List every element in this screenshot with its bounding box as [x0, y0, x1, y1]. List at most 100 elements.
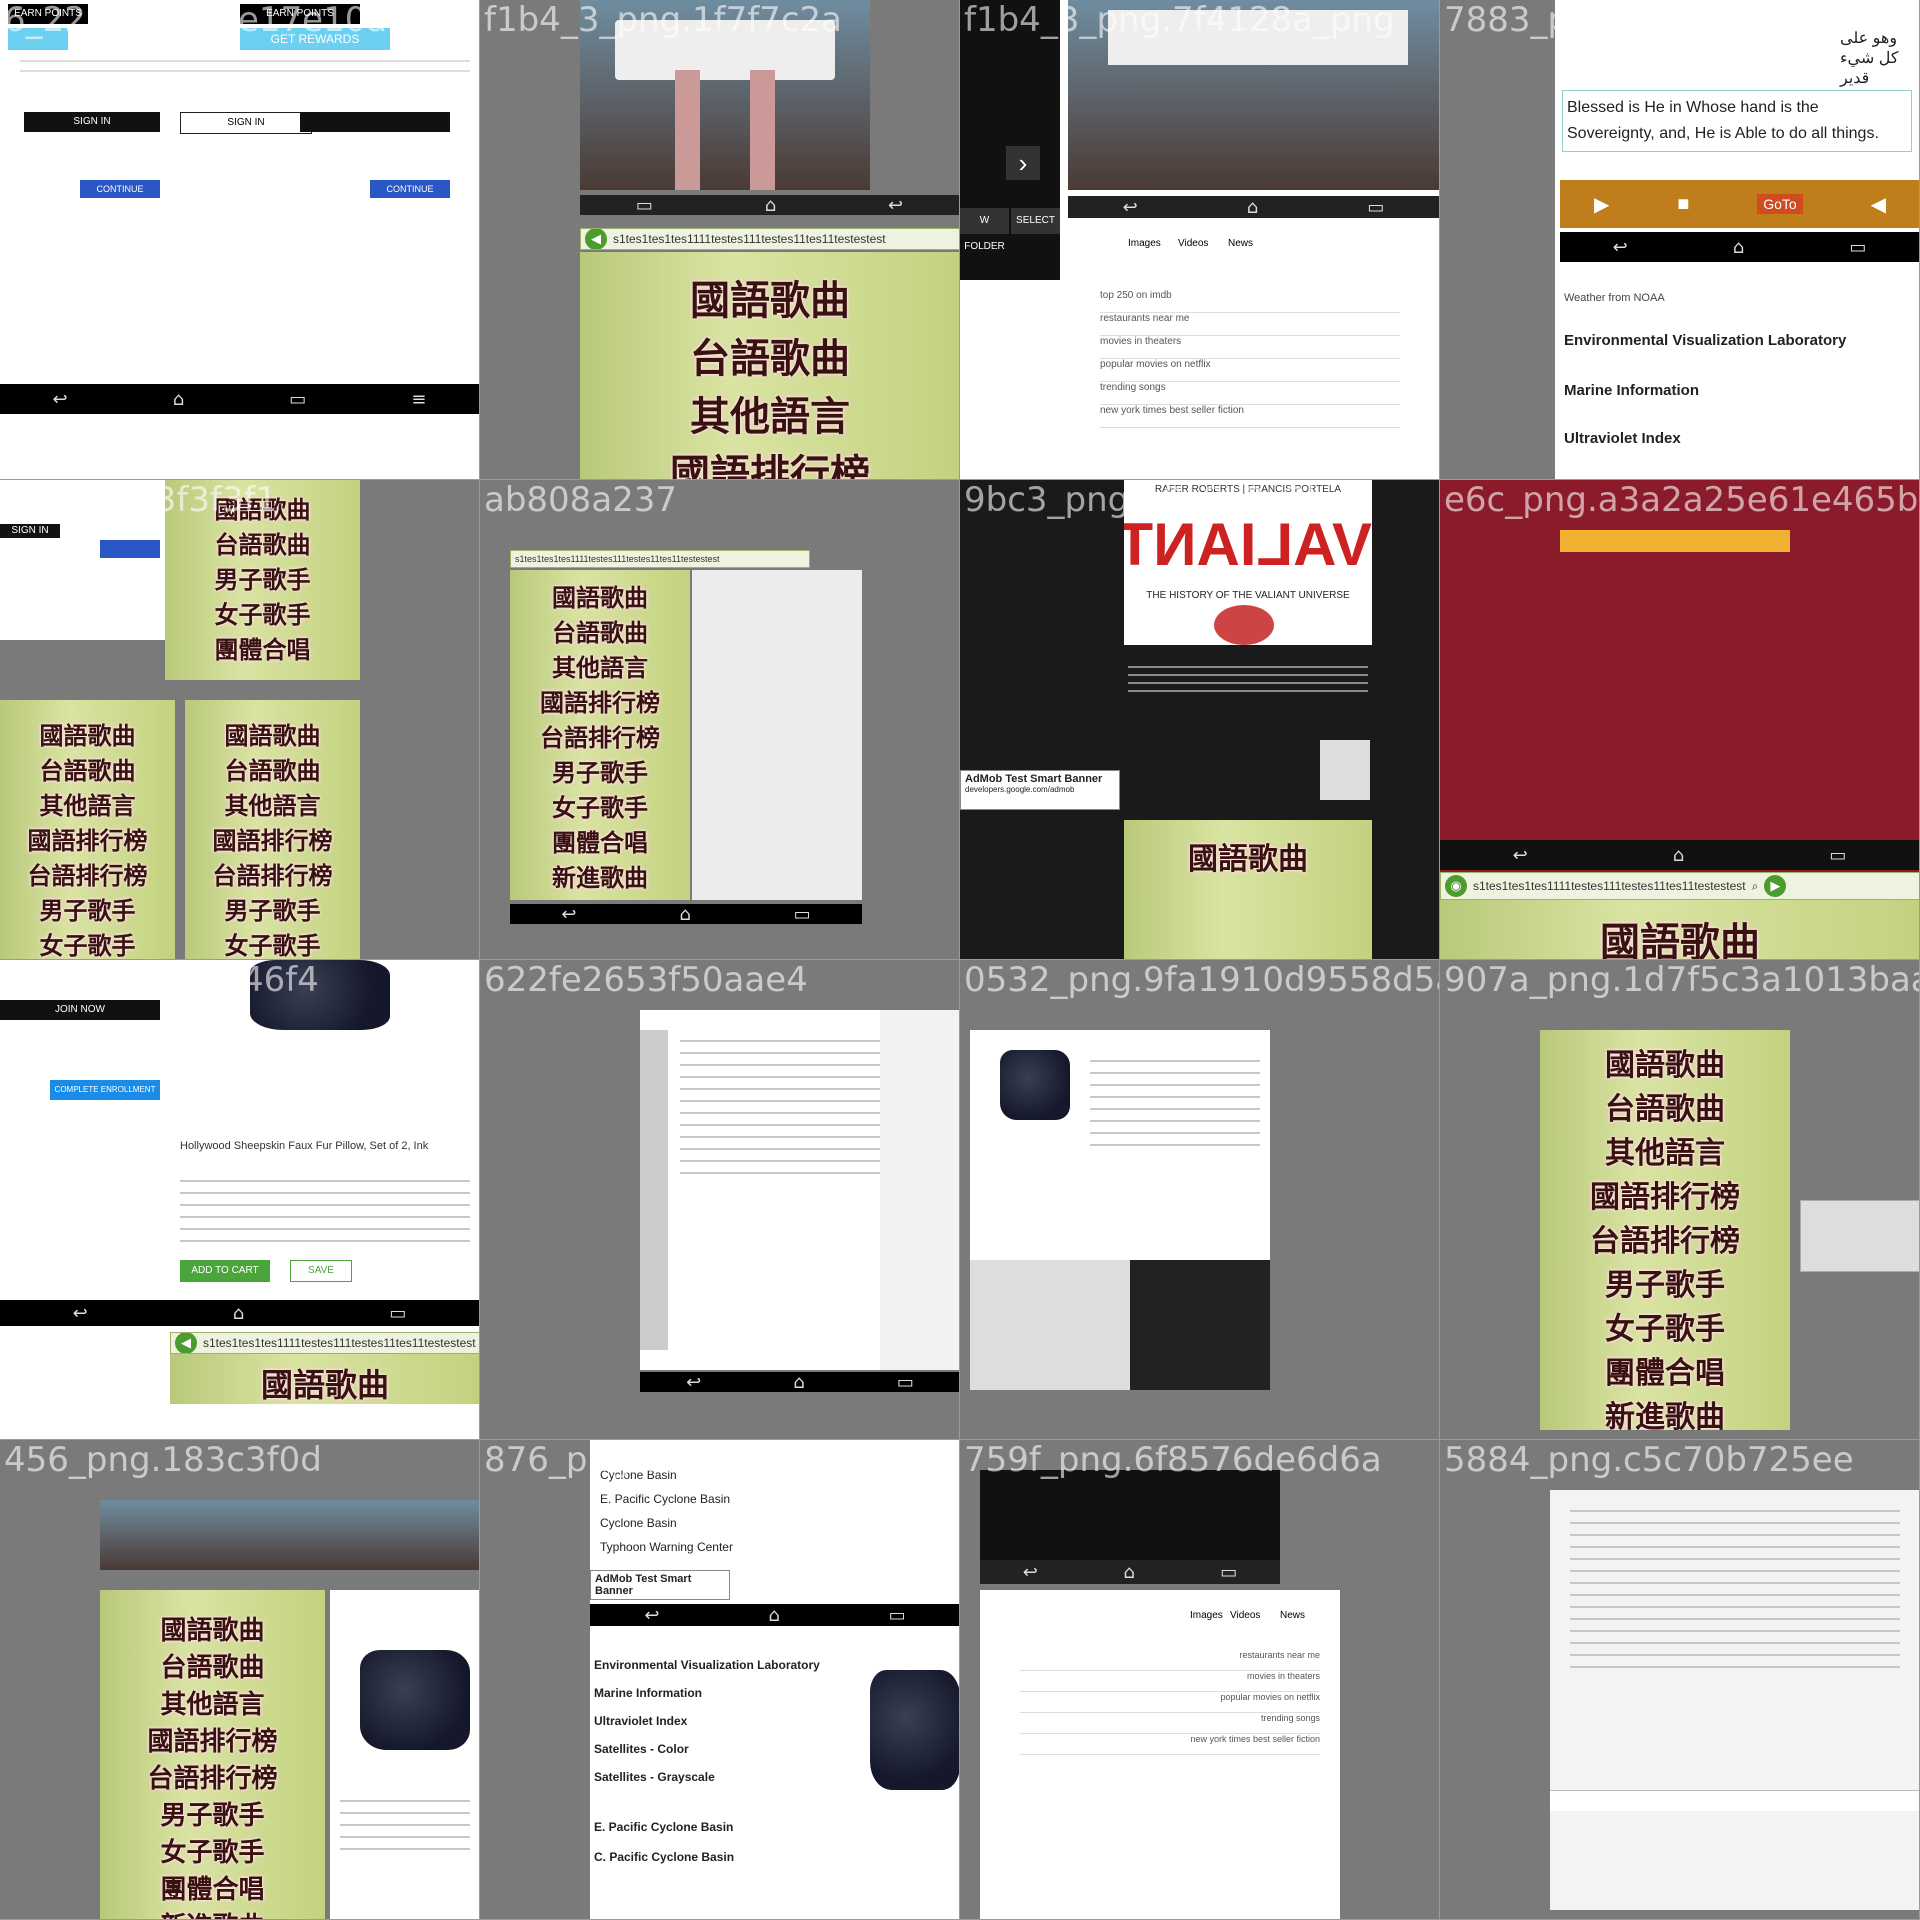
- weather-link[interactable]: Typhoon Warning Center: [600, 1540, 733, 1554]
- suggestion-item[interactable]: movies in theaters: [1020, 1671, 1320, 1692]
- menu-item-female[interactable]: 女子歌手: [100, 1832, 325, 1869]
- suggestion-item[interactable]: new york times best seller fiction: [1100, 405, 1400, 428]
- chevron-right-icon[interactable]: ›: [1006, 146, 1040, 180]
- new-folder-button[interactable]: W FOLDER: [960, 208, 1009, 252]
- weather-link[interactable]: E. Pacific Cyclone Basin: [600, 1492, 730, 1506]
- home-icon[interactable]: ⌂: [768, 1605, 779, 1626]
- menu-item-other[interactable]: 其他語言: [100, 1684, 325, 1721]
- menu-item-taiwanese-chart[interactable]: 台語排行榜: [1540, 1216, 1790, 1260]
- menu-item-mandarin-chart[interactable]: 國語排行榜: [185, 821, 360, 856]
- url-bar[interactable]: ◀ s1tes1tes1tes1111testes111testes11tes1…: [170, 1332, 479, 1354]
- suggestion-item[interactable]: top 250 on imdb: [1100, 290, 1400, 313]
- back-icon[interactable]: ↩: [1513, 845, 1528, 866]
- home-icon[interactable]: ⌂: [1247, 197, 1258, 218]
- menu-item-other[interactable]: 其他語言: [580, 384, 959, 442]
- menu-item-male[interactable]: 男子歌手: [100, 1795, 325, 1832]
- recents-icon[interactable]: ▭: [636, 195, 653, 216]
- menu-item-new[interactable]: 新進歌曲: [510, 858, 690, 893]
- home-icon[interactable]: ⌂: [173, 389, 184, 410]
- weather-link-evl[interactable]: Environmental Visualization Laboratory: [594, 1658, 820, 1672]
- recents-icon[interactable]: ▭: [1849, 237, 1866, 258]
- weather-link-uv[interactable]: Ultraviolet Index: [1564, 430, 1681, 447]
- back-icon[interactable]: ↩: [888, 195, 903, 216]
- join-now-button[interactable]: JOIN NOW: [0, 1000, 160, 1020]
- home-icon[interactable]: ⌂: [793, 1372, 804, 1393]
- suggestion-item[interactable]: popular movies on netflix: [1020, 1692, 1320, 1713]
- book-cover[interactable]: RAFER ROBERTS | FRANCIS PORTELA VALIANT …: [1124, 480, 1372, 645]
- get-rewards-button-small[interactable]: [8, 28, 68, 50]
- suggestion-item[interactable]: restaurants near me: [1020, 1650, 1320, 1671]
- weather-link-evl[interactable]: Environmental Visualization Laboratory: [1564, 332, 1846, 349]
- menu-item-mandarin-chart[interactable]: 國語排行榜: [0, 821, 175, 856]
- add-to-cart-button[interactable]: ADD TO CART: [180, 1260, 270, 1282]
- back-icon[interactable]: ↩: [1123, 197, 1138, 218]
- weather-link-sat-color[interactable]: Satellites - Color: [594, 1742, 689, 1756]
- menu-item-female[interactable]: 女子歌手: [0, 926, 175, 959]
- url-bar[interactable]: ◀ s1tes1tes1tes1111testes111testes11tes1…: [580, 228, 959, 250]
- menu-item-mandarin[interactable]: 國語歌曲: [165, 490, 360, 525]
- recents-icon[interactable]: ▭: [889, 1605, 906, 1626]
- sign-in-button[interactable]: SIGN IN: [24, 112, 160, 132]
- suggestion-item[interactable]: trending songs: [1020, 1713, 1320, 1734]
- recents-icon[interactable]: ▭: [1220, 1562, 1237, 1583]
- continue-button-2[interactable]: CONTINUE: [370, 180, 450, 198]
- back-icon[interactable]: ↩: [1023, 1562, 1038, 1583]
- menu-item-male[interactable]: 男子歌手: [510, 753, 690, 788]
- menu-item-mandarin[interactable]: 國語歌曲: [100, 1610, 325, 1647]
- sign-in-button-2[interactable]: SIGN IN: [180, 112, 312, 134]
- continue-button[interactable]: [100, 540, 160, 558]
- back-icon[interactable]: ↩: [644, 1605, 659, 1626]
- tab-images[interactable]: Images: [1128, 238, 1161, 249]
- url-bar[interactable]: ◉ s1tes1tes1tes1111testes111testes11tes1…: [1440, 872, 1919, 900]
- suggestion-item[interactable]: new york times best seller fiction: [1020, 1734, 1320, 1755]
- weather-link-marine[interactable]: Marine Information: [1564, 382, 1699, 399]
- back-icon[interactable]: ↩: [561, 904, 576, 925]
- recents-icon[interactable]: ▭: [1829, 845, 1846, 866]
- suggestion-item[interactable]: trending songs: [1100, 382, 1400, 405]
- back-icon[interactable]: ↩: [1613, 237, 1628, 258]
- menu-item-new[interactable]: 新進歌曲: [1540, 1392, 1790, 1430]
- menu-item-taiwanese[interactable]: 台語歌曲: [165, 525, 360, 560]
- tab-news[interactable]: News: [1280, 1610, 1305, 1621]
- sign-in-button-3[interactable]: [300, 112, 450, 132]
- pillow-image[interactable]: [870, 1670, 959, 1790]
- menu-item-other[interactable]: 其他語言: [510, 648, 690, 683]
- menu-item-taiwanese[interactable]: 台語歌曲: [0, 751, 175, 786]
- admob-banner[interactable]: AdMob Test Smart Banner: [590, 1570, 730, 1600]
- weather-link-epac[interactable]: E. Pacific Cyclone Basin: [594, 1820, 733, 1834]
- menu-item-other[interactable]: 男子歌手: [165, 560, 360, 595]
- back-circle-icon[interactable]: ◀: [175, 1333, 197, 1353]
- tab-images[interactable]: Images: [1190, 1610, 1223, 1621]
- menu-item-taiwanese[interactable]: 台語歌曲: [580, 326, 959, 384]
- menu-item-other[interactable]: 其他語言: [1540, 1128, 1790, 1172]
- map-view[interactable]: [692, 570, 862, 900]
- menu-item-female[interactable]: 女子歌手: [510, 788, 690, 823]
- menu-item-taiwanese[interactable]: 台語歌曲: [185, 751, 360, 786]
- thumbnail[interactable]: [1320, 740, 1370, 800]
- menu-item-mandarin[interactable]: 國語歌曲: [170, 1360, 479, 1404]
- weather-link[interactable]: Cyclone Basin: [600, 1468, 677, 1482]
- menu-item-mandarin[interactable]: 國語歌曲: [510, 578, 690, 613]
- menu-item-new[interactable]: 新進歌曲: [100, 1906, 325, 1919]
- suggestion-item[interactable]: restaurants near me: [1100, 313, 1400, 336]
- recents-icon[interactable]: ▭: [389, 1303, 406, 1324]
- back-icon[interactable]: ↩: [53, 389, 68, 410]
- weather-link-uv[interactable]: Ultraviolet Index: [594, 1714, 687, 1728]
- video-frame[interactable]: [980, 1470, 1280, 1570]
- video-frame[interactable]: [100, 1500, 479, 1570]
- menu-item-taiwanese-chart[interactable]: 台語排行榜: [510, 718, 690, 753]
- back-icon[interactable]: ↩: [73, 1303, 88, 1324]
- menu-item-other[interactable]: 其他語言: [185, 786, 360, 821]
- menu-item-mandarin-chart[interactable]: 國語排行榜: [1540, 1172, 1790, 1216]
- recents-icon[interactable]: ▭: [897, 1372, 914, 1393]
- get-rewards-button[interactable]: GET REWARDS: [240, 28, 390, 50]
- play-icon[interactable]: ▶: [1594, 192, 1609, 217]
- recents-icon[interactable]: ▭: [1367, 197, 1384, 218]
- menu-item-female[interactable]: 團體合唱: [165, 630, 360, 665]
- video-frame[interactable]: [1068, 0, 1439, 190]
- pillow-image[interactable]: [360, 1650, 470, 1750]
- weather-link-sat-gray[interactable]: Satellites - Grayscale: [594, 1770, 715, 1784]
- pillow-image[interactable]: [250, 960, 390, 1030]
- home-icon[interactable]: ⌂: [1123, 1562, 1134, 1583]
- weather-link-marine[interactable]: Marine Information: [594, 1686, 702, 1700]
